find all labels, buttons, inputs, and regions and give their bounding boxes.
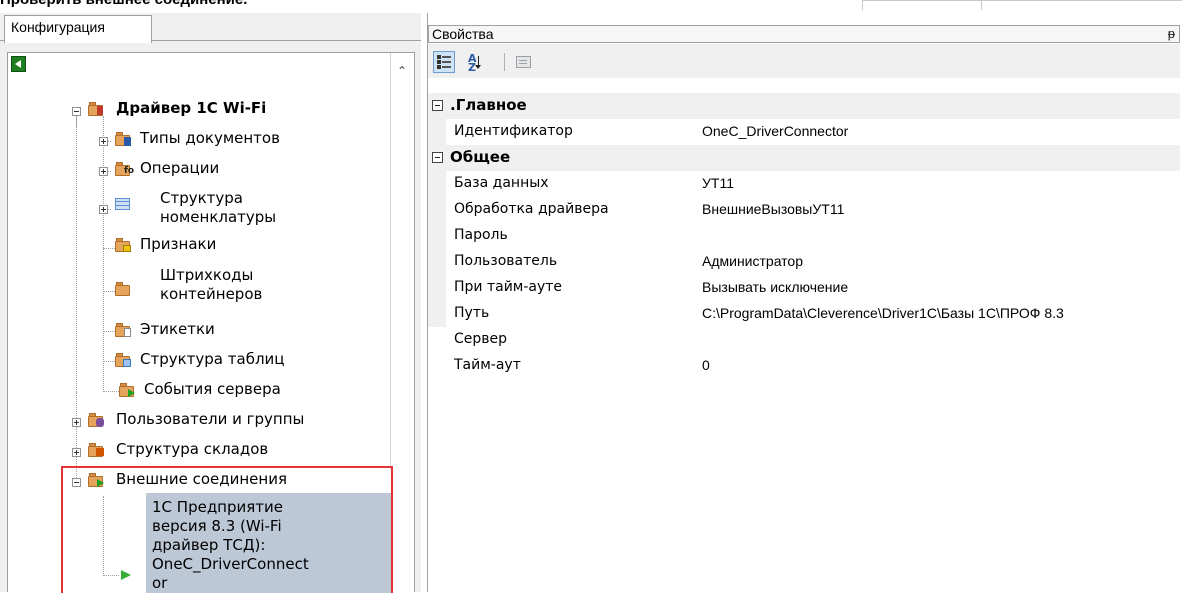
top-divider bbox=[862, 0, 1182, 12]
users-folder-icon bbox=[88, 413, 106, 427]
configuration-panel: Конфигурация ⌃ Драйвер 1С Wi-Fi Типы док… bbox=[0, 13, 421, 593]
property-value[interactable]: Вызывать исключение bbox=[702, 279, 848, 295]
tree-item-nomenclature[interactable]: Структура номенклатуры bbox=[160, 189, 276, 227]
warehouses-folder-icon bbox=[88, 443, 106, 457]
toolbar-separator bbox=[504, 53, 505, 71]
property-value[interactable]: 0 bbox=[702, 357, 710, 373]
property-value[interactable]: ВнешниеВызовыУТ11 bbox=[702, 201, 844, 217]
collapse-category-icon[interactable] bbox=[432, 100, 443, 111]
property-row[interactable]: Идентификатор OneC_DriverConnector bbox=[428, 119, 1180, 145]
category-main[interactable]: .Главное bbox=[428, 93, 1180, 119]
property-value[interactable]: C:\ProgramData\Cleverence\Driver1C\Базы … bbox=[702, 305, 1064, 321]
vertical-scrollbar[interactable]: ⌃ bbox=[390, 53, 414, 592]
tree-item-labels[interactable]: Этикетки bbox=[140, 320, 215, 339]
property-row[interactable]: Путь C:\ProgramData\Cleverence\Driver1C\… bbox=[428, 301, 1180, 327]
tree-view: ⌃ Драйвер 1С Wi-Fi Типы документов fo Оп… bbox=[7, 52, 415, 593]
tree-item-doc-types[interactable]: Типы документов bbox=[140, 129, 280, 148]
property-row[interactable]: При тайм-ауте Вызывать исключение bbox=[428, 275, 1180, 301]
expand-operations-toggle[interactable] bbox=[99, 167, 108, 176]
property-name: Пароль bbox=[454, 227, 508, 243]
property-name: Обработка драйвера bbox=[454, 201, 609, 217]
property-value[interactable]: OneC_DriverConnector bbox=[702, 123, 848, 139]
operations-folder-icon: fo bbox=[115, 162, 134, 176]
sort-az-icon[interactable]: A Z bbox=[464, 51, 486, 73]
property-row[interactable]: Пользователь Администратор bbox=[428, 249, 1180, 275]
property-name: При тайм-ауте bbox=[454, 279, 563, 295]
tree-item-attributes[interactable]: Признаки bbox=[140, 235, 216, 254]
highlight-frame bbox=[61, 466, 393, 593]
tree-item-server-events[interactable]: События сервера bbox=[144, 380, 281, 399]
pin-icon[interactable]: ᵽ bbox=[1168, 26, 1175, 42]
table-grid-icon bbox=[115, 197, 133, 211]
labels-folder-icon bbox=[115, 323, 133, 337]
tree-item-table-structure[interactable]: Структура таблиц bbox=[140, 350, 285, 369]
tree-toolbar bbox=[8, 53, 414, 81]
property-name: Пользователь bbox=[454, 253, 558, 269]
tree-root-driver[interactable]: Драйвер 1С Wi-Fi bbox=[116, 99, 266, 118]
property-name: Путь bbox=[454, 305, 490, 321]
property-pages-icon[interactable] bbox=[512, 51, 534, 73]
properties-toolbar: A Z bbox=[428, 44, 1180, 78]
tables-folder-icon bbox=[115, 353, 133, 367]
expand-nomenclature-toggle[interactable] bbox=[99, 205, 108, 214]
collapse-category-icon[interactable] bbox=[432, 152, 443, 163]
property-value[interactable]: УТ11 bbox=[702, 175, 734, 191]
doc-types-folder-icon bbox=[115, 132, 133, 146]
property-name: Тайм-аут bbox=[454, 357, 521, 373]
scroll-up-icon[interactable]: ⌃ bbox=[395, 65, 409, 77]
property-row[interactable] bbox=[428, 379, 1180, 405]
expand-warehouses-toggle[interactable] bbox=[72, 448, 81, 457]
property-row[interactable]: База данных УТ11 bbox=[428, 171, 1180, 197]
categorized-icon[interactable] bbox=[433, 51, 455, 73]
expand-users-toggle[interactable] bbox=[72, 418, 81, 427]
properties-panel: Свойства ᵽ A Z .Главное Идентификатор On… bbox=[427, 13, 1182, 592]
back-arrow-icon[interactable] bbox=[11, 56, 26, 72]
property-row[interactable]: Обработка драйвера ВнешниеВызовыУТ11 bbox=[428, 197, 1180, 223]
attributes-folder-icon bbox=[115, 238, 133, 252]
property-row[interactable]: Сервер bbox=[428, 327, 1180, 353]
expand-doc-types-toggle[interactable] bbox=[99, 137, 108, 146]
tree-guide-line bbox=[76, 117, 77, 392]
property-name: База данных bbox=[454, 175, 549, 191]
tree-item-warehouse-structure[interactable]: Структура складов bbox=[116, 440, 268, 459]
properties-title-bar: Свойства ᵽ bbox=[428, 25, 1180, 43]
properties-title: Свойства bbox=[432, 26, 494, 42]
tree-item-operations[interactable]: Операции bbox=[140, 159, 219, 178]
server-events-folder-icon bbox=[119, 383, 137, 397]
tree-item-users-groups[interactable]: Пользователи и группы bbox=[116, 410, 304, 429]
tree-item-container-barcodes[interactable]: Штрихкоды контейнеров bbox=[160, 266, 262, 304]
collapse-root-toggle[interactable] bbox=[72, 107, 81, 116]
page-caption: Проверить внешнее соединение. bbox=[0, 0, 600, 11]
property-row[interactable]: Тайм-аут 0 bbox=[428, 353, 1180, 379]
property-value[interactable]: Администратор bbox=[702, 253, 803, 269]
tab-configuration[interactable]: Конфигурация bbox=[4, 15, 152, 43]
barcodes-folder-icon bbox=[115, 282, 133, 296]
tab-strip: Конфигурация bbox=[0, 13, 421, 43]
property-row[interactable]: Пароль bbox=[428, 223, 1180, 249]
property-name: Идентификатор bbox=[454, 123, 573, 139]
property-name: Сервер bbox=[454, 331, 508, 347]
driver-folder-icon bbox=[88, 102, 106, 116]
category-general[interactable]: Общее bbox=[428, 145, 1180, 171]
